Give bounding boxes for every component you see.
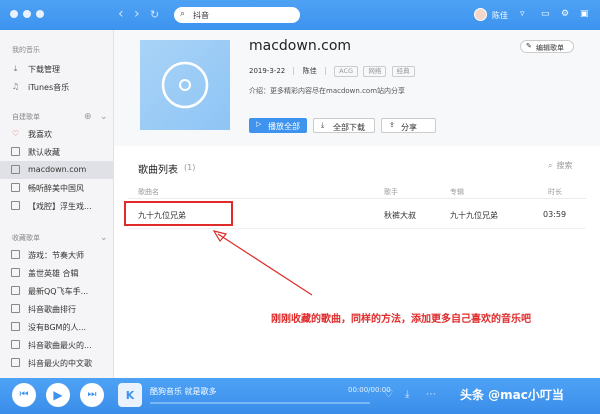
heart-icon[interactable]: ♡ xyxy=(384,389,393,400)
playlist-icon xyxy=(11,358,20,367)
sidebar-item-label: 默认收藏 xyxy=(28,148,60,157)
title-bar: ‹ › ↻ ⌕ 抖音 陈佳 ▿ ▭ ⚙ ▣ xyxy=(0,0,600,30)
search-icon: ⌕ xyxy=(180,9,186,19)
sidebar-item-collected[interactable]: 最新QQ飞车手... xyxy=(0,282,113,300)
sidebar-header-my-music: 我的音乐 xyxy=(12,46,40,54)
sidebar-item-label: 抖音歌曲排行 xyxy=(28,305,76,314)
sidebar-item-label: 没有BGM的人... xyxy=(28,323,87,332)
forward-arrow-icon[interactable]: › xyxy=(134,6,140,22)
watermark: 头条 @mac小叮当 xyxy=(460,388,564,402)
kugou-k-icon: K xyxy=(125,389,135,402)
sidebar-item-collected[interactable]: 抖音最火的中文歌 xyxy=(0,354,113,372)
chevron-down-icon[interactable]: ⌄ xyxy=(100,233,108,243)
annotation-arrow xyxy=(212,230,313,296)
sidebar-item-default-collection[interactable]: 默认收藏 xyxy=(0,143,113,161)
search-input[interactable]: ⌕ 抖音 xyxy=(174,7,300,23)
sidebar-item-downloads[interactable]: ⤓ 下载管理 xyxy=(0,60,113,78)
now-playing-track: 酷狗音乐 就是歌多 xyxy=(150,387,217,396)
kugou-logo[interactable]: K xyxy=(118,383,142,407)
playlist-icon xyxy=(11,304,20,313)
sidebar-item-itunes[interactable]: ♫ iTunes音乐 xyxy=(0,78,113,96)
main-content: macdown.com ✎ 编辑歌单 2019-3-22 陈佳 ACG 网络 经… xyxy=(114,30,600,378)
next-button[interactable]: ⏭ xyxy=(80,383,104,407)
playlist-icon xyxy=(11,250,20,259)
playlist-icon xyxy=(11,322,20,331)
next-icon: ⏭ xyxy=(87,389,97,400)
sidebar-item-macdown[interactable]: macdown.com xyxy=(0,161,113,179)
previous-icon: ⏮ xyxy=(19,389,29,400)
download-icon: ⤓ xyxy=(13,64,18,73)
sidebar-item-label: 抖音最火的中文歌 xyxy=(28,359,92,368)
refresh-icon[interactable]: ↻ xyxy=(150,7,159,23)
play-icon: ▶ xyxy=(53,388,63,402)
playlist-icon xyxy=(11,268,20,277)
gear-icon[interactable]: ⚙ xyxy=(561,9,569,19)
skin-icon[interactable]: ▿ xyxy=(520,9,525,19)
sidebar-item-label: 我喜欢 xyxy=(28,130,52,139)
download-icon[interactable]: ⤓ xyxy=(405,389,409,400)
username[interactable]: 陈佳 xyxy=(492,10,508,21)
previous-button[interactable]: ⏮ xyxy=(12,383,36,407)
sidebar-item-label: 最新QQ飞车手... xyxy=(28,287,89,296)
sidebar-item-collected[interactable]: 盖世英雄 合辑 xyxy=(0,264,113,282)
sidebar-item-label: 下载管理 xyxy=(28,65,60,74)
sidebar-header-collected: 收藏歌单 xyxy=(12,234,40,242)
sidebar-item-label: 抖音歌曲最火的... xyxy=(28,341,92,350)
sidebar-item-opera[interactable]: 【戏腔】浮生戏... xyxy=(0,197,113,215)
mini-player-icon[interactable]: ▣ xyxy=(580,9,589,19)
playlist-icon xyxy=(11,340,20,349)
play-button[interactable]: ▶ xyxy=(46,383,70,407)
minimize-window-button[interactable] xyxy=(23,10,31,18)
sidebar-item-collected[interactable]: 抖音歌曲排行 xyxy=(0,300,113,318)
annotation-text: 刚刚收藏的歌曲，同样的方法，添加更多自己喜欢的音乐吧 xyxy=(271,314,531,325)
sidebar-item-favorites[interactable]: ♡ 我喜欢 xyxy=(0,125,113,143)
zoom-window-button[interactable] xyxy=(36,10,44,18)
sidebar-item-label: 【戏腔】浮生戏... xyxy=(28,202,92,211)
sidebar-item-collected[interactable]: 抖音歌曲最火的... xyxy=(0,336,113,354)
music-note-icon: ♫ xyxy=(11,82,20,91)
chevron-down-icon[interactable]: ⌄ xyxy=(100,112,108,122)
sidebar-item-label: macdown.com xyxy=(28,165,87,174)
close-window-button[interactable] xyxy=(10,10,18,18)
message-icon[interactable]: ▭ xyxy=(541,9,550,19)
playlist-icon xyxy=(11,165,20,174)
sidebar-item-collected[interactable]: 没有BGM的人... xyxy=(0,318,113,336)
sidebar-item-label: iTunes音乐 xyxy=(28,83,70,92)
sidebar-header-created: 自建歌单 xyxy=(12,113,40,121)
add-playlist-icon[interactable]: ⊕ xyxy=(84,112,92,122)
more-icon[interactable]: ⋯ xyxy=(426,389,436,400)
back-arrow-icon[interactable]: ‹ xyxy=(118,6,124,22)
sidebar-item-label: 畅听醉美中国风 xyxy=(28,184,84,193)
search-input-value: 抖音 xyxy=(193,11,209,20)
sidebar: 我的音乐 ⤓ 下载管理 ♫ iTunes音乐 自建歌单 ⊕ ⌄ ♡ 我喜欢 默认… xyxy=(0,30,114,378)
sidebar-item-label: 盖世英雄 合辑 xyxy=(28,269,79,278)
playlist-icon xyxy=(11,201,20,210)
playlist-icon xyxy=(11,147,20,156)
playlist-icon xyxy=(11,183,20,192)
sidebar-item-chinese-style[interactable]: 畅听醉美中国风 xyxy=(0,179,113,197)
progress-bar[interactable] xyxy=(150,402,370,404)
sidebar-item-collected[interactable]: 游戏：节奏大师 xyxy=(0,246,113,264)
avatar[interactable] xyxy=(474,8,487,21)
heart-icon: ♡ xyxy=(11,129,20,138)
playlist-icon xyxy=(11,286,20,295)
sidebar-item-label: 游戏：节奏大师 xyxy=(28,251,84,260)
